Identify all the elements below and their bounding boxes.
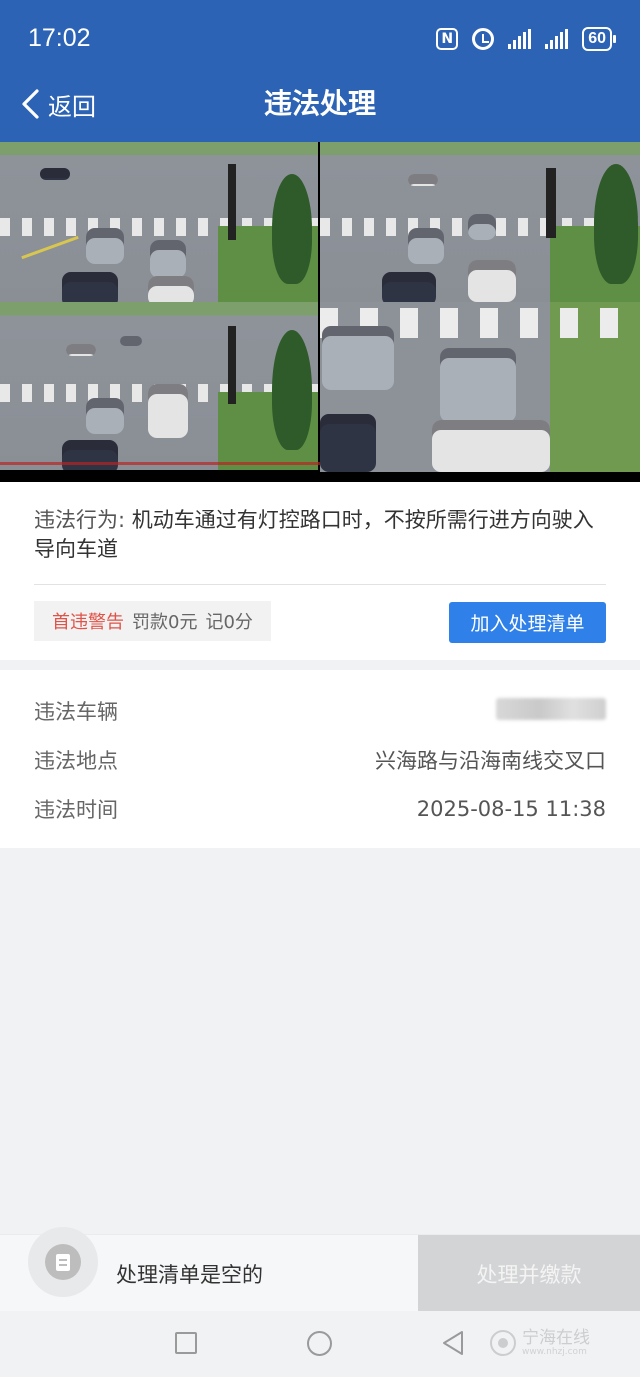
- violation-behavior-label: 违法行为:: [34, 508, 126, 532]
- watermark-text: 宁海在线: [522, 1328, 590, 1348]
- violation-behavior: 违法行为: 机动车通过有灯控路口时，不按所需行进方向驶入导向车道: [34, 506, 614, 564]
- detail-row-time: 违法时间 2025-08-15 11:38: [34, 794, 606, 824]
- processing-list-icon[interactable]: [28, 1227, 98, 1297]
- photo-caption-strip: [0, 462, 320, 465]
- time-label: 违法时间: [34, 798, 118, 822]
- header-bar: 17:02 N 60 返回 违法处理: [0, 0, 640, 142]
- location-label: 违法地点: [34, 749, 118, 773]
- status-icons: N 60: [436, 24, 616, 54]
- detail-row-location: 违法地点 兴海路与沿海南线交叉口: [34, 745, 606, 775]
- list-empty-text: 处理清单是空的: [116, 1263, 263, 1287]
- watermark: 宁海在线 www.nhzj.com: [490, 1329, 590, 1357]
- violation-details: 违法车辆 违法地点 兴海路与沿海南线交叉口 违法时间 2025-08-15 11…: [0, 670, 640, 848]
- violation-photo[interactable]: [320, 142, 640, 302]
- time-value: 2025-08-15 11:38: [416, 797, 606, 821]
- violation-photo[interactable]: [0, 302, 318, 470]
- detail-row-vehicle: 违法车辆: [34, 696, 606, 726]
- violation-photo[interactable]: [0, 142, 318, 302]
- signal-icon: [508, 29, 532, 49]
- violation-card: 违法行为: 机动车通过有灯控路口时，不按所需行进方向驶入导向车道 首违警告 罚款…: [0, 482, 640, 660]
- process-and-pay-button[interactable]: 处理并缴款: [418, 1235, 640, 1312]
- document-icon: [56, 1253, 70, 1271]
- penalty-badge: 首违警告 罚款0元 记0分: [34, 601, 271, 641]
- vehicle-label: 违法车辆: [34, 700, 118, 724]
- violation-photo[interactable]: [320, 302, 640, 472]
- chevron-left-icon: [22, 89, 39, 119]
- plate-blurred: [496, 697, 606, 720]
- nfc-icon: N: [436, 28, 459, 50]
- penalty-points: 记0分: [205, 612, 253, 633]
- warning-label: 首违警告: [52, 612, 124, 633]
- back-button[interactable]: 返回: [18, 84, 96, 124]
- status-time: 17:02: [28, 24, 91, 52]
- watermark-url: www.nhzj.com: [522, 1347, 587, 1357]
- back-triangle-icon[interactable]: [441, 1329, 465, 1357]
- battery-icon: 60: [582, 27, 616, 51]
- recents-icon[interactable]: [175, 1332, 197, 1354]
- divider: [34, 584, 606, 585]
- home-icon[interactable]: [307, 1331, 332, 1356]
- alarm-icon: [472, 28, 495, 50]
- watermark-logo-icon: [490, 1330, 516, 1356]
- location-value: 兴海路与沿海南线交叉口: [375, 749, 606, 773]
- vehicle-plate: [496, 697, 606, 725]
- page-title: 违法处理: [263, 87, 376, 120]
- signal-icon: [545, 29, 569, 49]
- fine-amount: 罚款0元: [132, 612, 198, 633]
- back-label: 返回: [48, 92, 96, 121]
- photo-carousel[interactable]: [0, 142, 640, 606]
- system-nav-bar: 宁海在线 www.nhzj.com: [0, 1311, 640, 1377]
- bottom-action-bar: 处理清单是空的 处理并缴款: [0, 1227, 640, 1312]
- add-to-list-button[interactable]: 加入处理清单: [449, 602, 606, 643]
